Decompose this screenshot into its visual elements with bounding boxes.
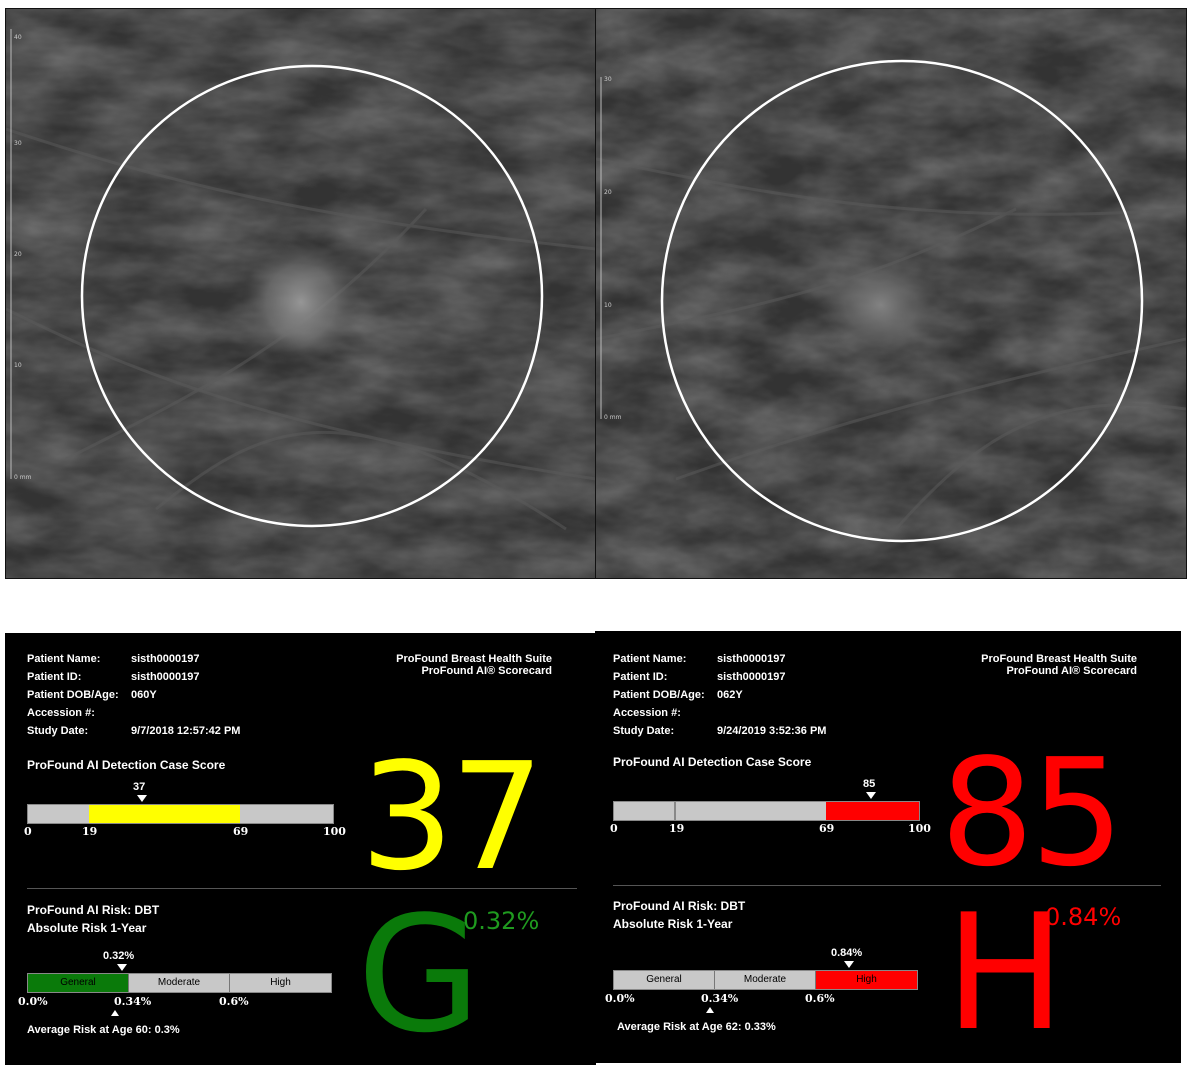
detection-case-score: 85 <box>940 727 1124 899</box>
scorecard-prior: Patient Name: sisth0000197 Patient ID: sis… <box>5 633 596 1065</box>
prior-mammogram-view: 40 30 20 10 0 mm <box>5 8 597 579</box>
study-date-label: Study Date: <box>27 725 89 737</box>
average-risk: Average Risk at Age 62: 0.33% <box>617 1021 776 1033</box>
product-brand: ProFound Breast Health Suite ProFound AI… <box>981 653 1137 677</box>
lesion-mass <box>821 255 941 355</box>
risk-tick: 0.6% <box>219 995 249 1008</box>
accession-label: Accession #: <box>27 707 95 719</box>
risk-tick: 0.0% <box>18 995 48 1008</box>
study-date: 9/7/2018 12:57:42 PM <box>131 725 241 737</box>
risk-marker-value: 0.32% <box>103 950 135 962</box>
section-divider <box>613 885 1161 886</box>
risk-percent: 0.84% <box>1045 903 1122 931</box>
score-marker <box>866 792 876 799</box>
scale-tick: 40 <box>14 34 22 41</box>
brand-suite: ProFound Breast Health Suite <box>396 653 552 665</box>
current-mammogram-view: 30 20 10 0 mm <box>595 8 1187 579</box>
brand-scorecard: ProFound AI® Scorecard <box>1006 665 1137 677</box>
patient-dob-label: Patient DOB/Age: <box>27 689 119 701</box>
risk-category-general: General <box>614 971 715 989</box>
scale-tick: 10 <box>604 302 612 309</box>
risk-category-moderate: Moderate <box>715 971 816 989</box>
score-tick: 100 <box>908 822 931 835</box>
patient-name: sisth0000197 <box>131 653 200 665</box>
average-risk-marker <box>706 1007 714 1013</box>
score-marker-value: 85 <box>863 778 876 790</box>
risk-marker <box>844 961 854 968</box>
detection-score-title: ProFound AI Detection Case Score <box>613 755 812 769</box>
brand-suite: ProFound Breast Health Suite <box>981 653 1137 665</box>
patient-dob-label: Patient DOB/Age: <box>613 689 705 701</box>
scale-tick: 20 <box>14 251 22 258</box>
risk-marker <box>117 964 127 971</box>
lesion-mass <box>243 240 359 364</box>
score-tick: 0 <box>610 822 618 835</box>
patient-info: Patient Name: sisth0000197 Patient ID: sis… <box>613 650 826 740</box>
risk-horizon: Absolute Risk 1-Year <box>27 921 147 935</box>
score-tick: 100 <box>323 825 346 838</box>
section-divider <box>27 888 577 889</box>
risk-tick: 0.34% <box>701 992 739 1005</box>
scorecard-current: Patient Name: sisth0000197 Patient ID: sis… <box>595 631 1181 1063</box>
patient-dob: 060Y <box>131 689 157 701</box>
score-fill <box>826 802 919 820</box>
scale-tick: 0 mm <box>604 414 622 421</box>
current-mammogram-image: 30 20 10 0 mm <box>596 9 1186 578</box>
patient-dob: 062Y <box>717 689 743 701</box>
patient-name-label: Patient Name: <box>27 653 101 665</box>
risk-category-moderate: Moderate <box>129 974 230 992</box>
score-marker-value: 37 <box>133 781 146 793</box>
score-tick: 0 <box>24 825 32 838</box>
average-risk-marker <box>111 1010 119 1016</box>
accession-label: Accession #: <box>613 707 681 719</box>
brand-scorecard: ProFound AI® Scorecard <box>421 665 552 677</box>
score-tick: 19 <box>669 822 685 835</box>
risk-category-bar: General Moderate High <box>27 973 332 993</box>
score-divider <box>674 802 676 820</box>
score-tick: 19 <box>82 825 98 838</box>
risk-tick: 0.34% <box>114 995 152 1008</box>
patient-name-label: Patient Name: <box>613 653 687 665</box>
patient-id: sisth0000197 <box>717 671 786 683</box>
detection-score-bar <box>27 804 334 824</box>
risk-horizon: Absolute Risk 1-Year <box>613 917 733 931</box>
risk-category-general: General <box>28 974 129 992</box>
score-fill <box>89 805 240 823</box>
risk-tick: 0.6% <box>805 992 835 1005</box>
patient-id-label: Patient ID: <box>613 671 668 683</box>
detection-case-score: 37 <box>360 731 544 903</box>
score-tick: 69 <box>819 822 835 835</box>
patient-id: sisth0000197 <box>131 671 200 683</box>
patient-id-label: Patient ID: <box>27 671 82 683</box>
detection-score-bar <box>613 801 920 821</box>
risk-tick: 0.0% <box>605 992 635 1005</box>
risk-marker-value: 0.84% <box>831 947 863 959</box>
scale-tick: 10 <box>14 362 22 369</box>
risk-percent: 0.32% <box>463 907 540 935</box>
study-date-label: Study Date: <box>613 725 675 737</box>
risk-category-bar: General Moderate High <box>613 970 918 990</box>
risk-type: ProFound AI Risk: DBT <box>613 899 746 913</box>
study-date: 9/24/2019 3:52:36 PM <box>717 725 827 737</box>
average-risk: Average Risk at Age 60: 0.3% <box>27 1024 180 1036</box>
detection-score-title: ProFound AI Detection Case Score <box>27 758 226 772</box>
risk-category-high: High <box>816 971 917 989</box>
scale-tick: 30 <box>14 140 22 147</box>
product-brand: ProFound Breast Health Suite ProFound AI… <box>396 653 552 677</box>
risk-title: ProFound AI Risk: DBT Absolute Risk 1-Ye… <box>613 897 745 933</box>
risk-type: ProFound AI Risk: DBT <box>27 903 160 917</box>
score-marker <box>137 795 147 802</box>
risk-title: ProFound AI Risk: DBT Absolute Risk 1-Ye… <box>27 901 159 937</box>
prior-mammogram-image: 40 30 20 10 0 mm <box>6 9 596 578</box>
patient-info: Patient Name: sisth0000197 Patient ID: sis… <box>27 650 240 740</box>
scale-tick: 20 <box>604 189 612 196</box>
scale-tick: 30 <box>604 76 612 83</box>
score-tick: 69 <box>233 825 249 838</box>
patient-name: sisth0000197 <box>717 653 786 665</box>
risk-category-high: High <box>270 977 291 988</box>
scale-tick: 0 mm <box>14 474 32 481</box>
